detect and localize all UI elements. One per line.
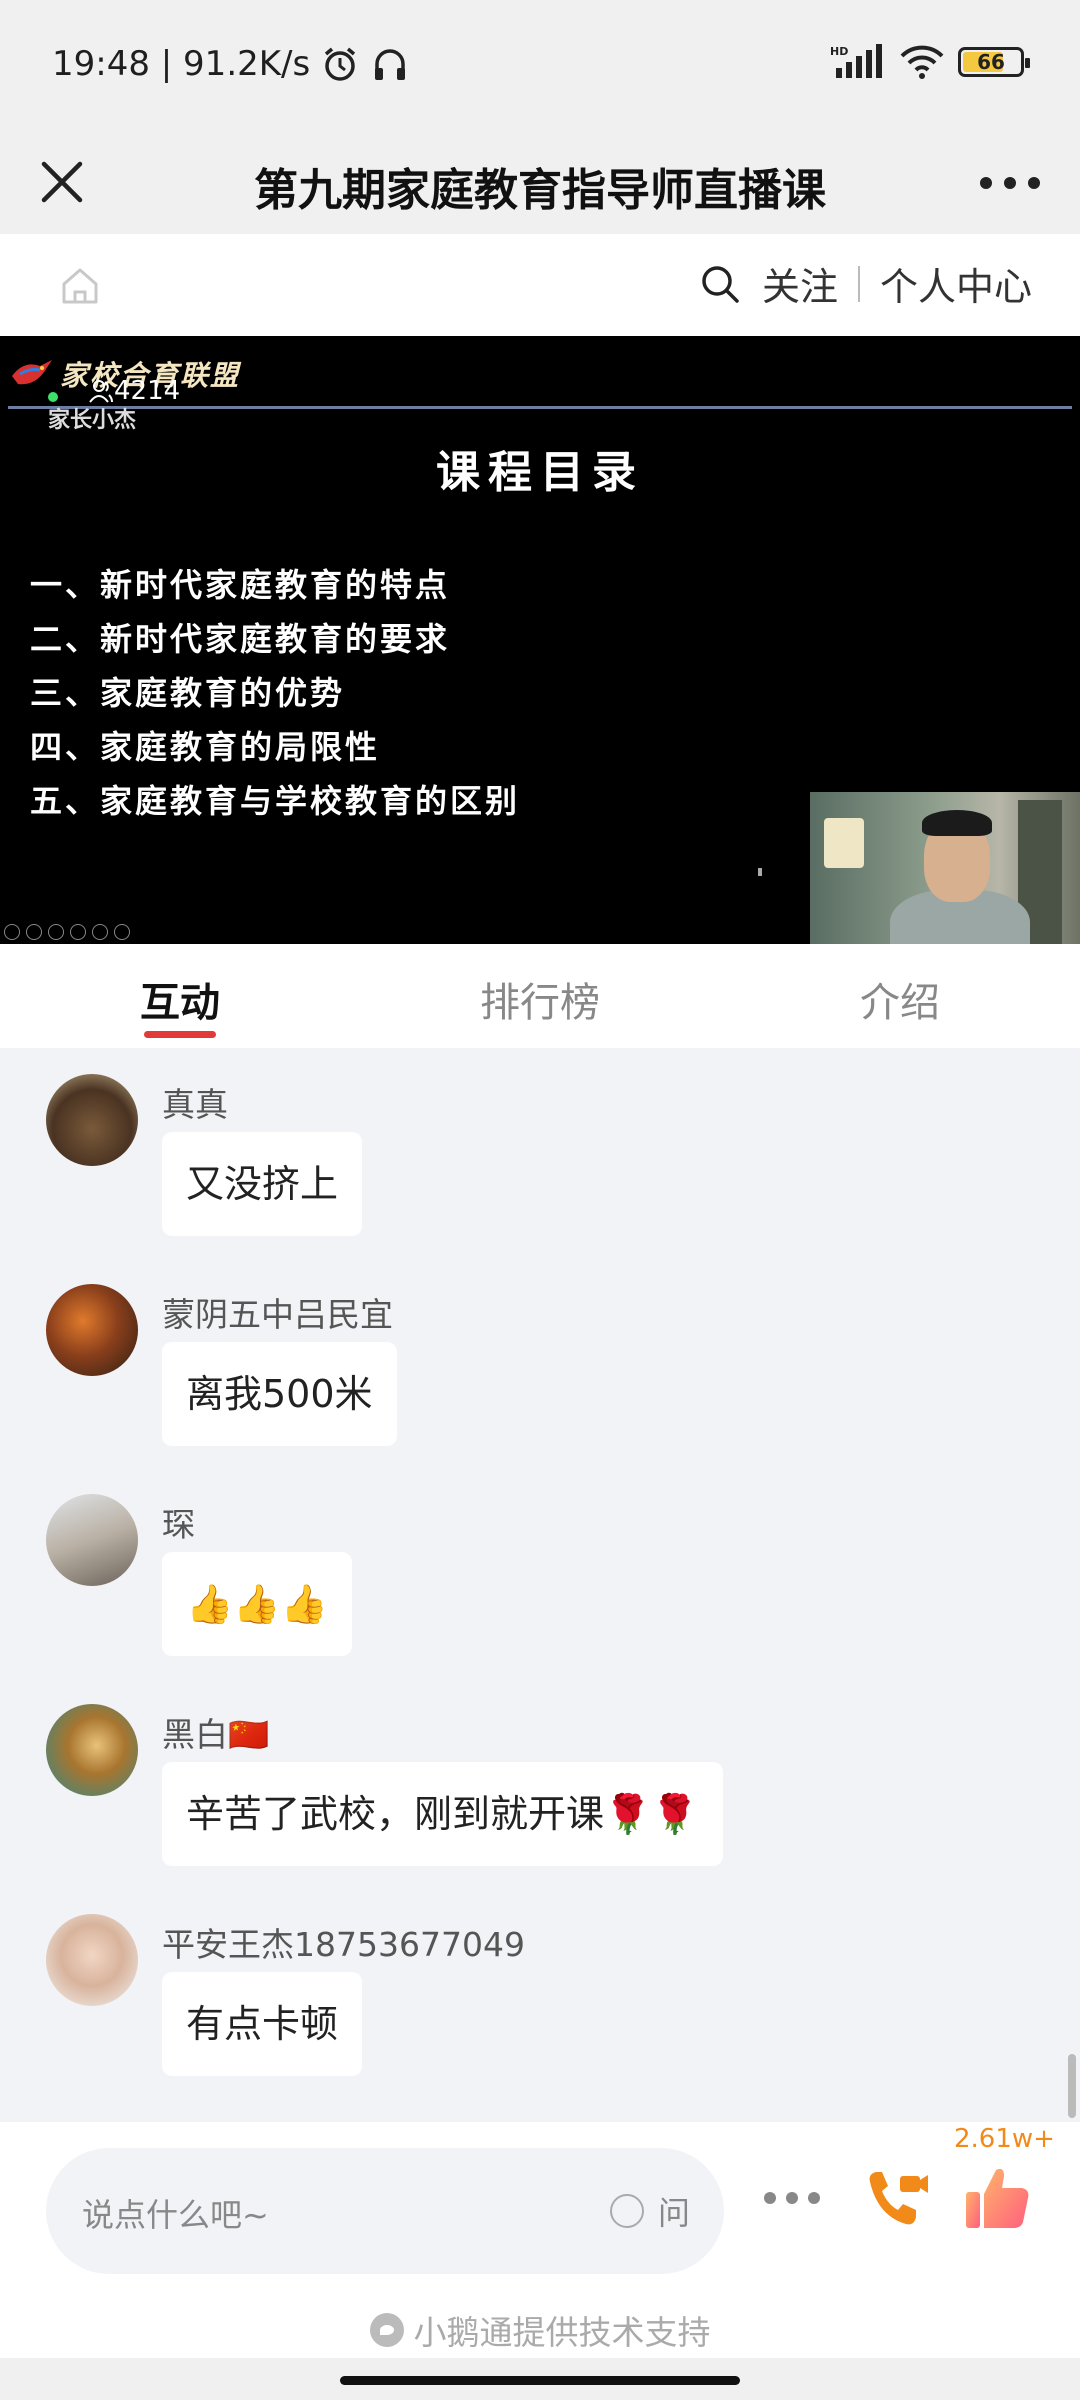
powered-by: 小鹅通提供技术支持	[0, 2306, 1080, 2354]
like-count: 2.61w+	[954, 2124, 1055, 2154]
chat-message: 平安王杰18753677049 有点卡顿	[0, 1888, 1080, 2098]
chat-list[interactable]: 真真 又没挤上 蒙阴五中吕民宜 离我500米 琛 👍👍👍 黑白🇨🇳 辛苦了武校，…	[0, 1048, 1080, 2122]
copy-control-icon[interactable]	[70, 924, 86, 940]
message-username: 黑白🇨🇳	[162, 1715, 270, 1754]
headphones-icon	[375, 49, 406, 80]
avatar[interactable]	[46, 1074, 138, 1166]
slide-controls	[4, 924, 130, 940]
alarm-icon	[325, 47, 356, 81]
chat-scrollbar[interactable]	[1068, 2054, 1076, 2118]
slide-item: 四、家庭教育的局限性	[30, 728, 381, 766]
title-bar: 第九期家庭教育指导师直播课	[0, 130, 1080, 234]
message-username: 琛	[162, 1505, 195, 1544]
ask-label: 问	[657, 2194, 690, 2232]
nav-bar: 关注 个人中心	[0, 234, 1080, 336]
personal-center-link[interactable]: 个人中心	[880, 256, 1032, 311]
tab-bar: 互动 排行榜 介绍	[0, 944, 1080, 1048]
prev-control-icon[interactable]	[4, 924, 20, 940]
more-options-button[interactable]	[980, 168, 1040, 198]
hd-signal-icon: HD	[830, 44, 882, 78]
home-indicator[interactable]	[0, 2358, 1080, 2400]
ask-question-toggle[interactable]: 问	[609, 2188, 690, 2234]
message-username: 蒙阴五中吕民宜	[162, 1295, 393, 1334]
chat-message: 黑白🇨🇳 辛苦了武校，刚到就开课🌹🌹	[0, 1678, 1080, 1888]
tab-intro[interactable]: 介绍	[720, 944, 1080, 1048]
home-icon[interactable]	[58, 264, 102, 308]
comment-placeholder: 说点什么吧~	[82, 2196, 269, 2234]
slide-item: 三、家庭教育的优势	[30, 674, 346, 712]
chat-message: 真真 又没挤上	[0, 1048, 1080, 1258]
tab-ranking[interactable]: 排行榜	[360, 944, 720, 1048]
slide-cursor	[758, 868, 762, 876]
wifi-icon	[900, 45, 944, 79]
message-username: 真真	[162, 1085, 228, 1124]
nav-divider	[857, 265, 860, 302]
status-right: HD 66	[830, 44, 1030, 80]
more-actions-button[interactable]	[764, 2190, 820, 2206]
status-left: 19:48 | 91.2K/s	[52, 44, 410, 84]
status-bar: 19:48 | 91.2K/s HD 66	[0, 0, 1080, 130]
ask-radio-icon[interactable]	[609, 2194, 644, 2228]
video-call-icon[interactable]	[860, 2164, 932, 2236]
live-indicator	[48, 392, 58, 402]
avatar[interactable]	[46, 1914, 138, 2006]
tab-interaction[interactable]: 互动	[0, 944, 360, 1048]
presenter-camera[interactable]	[810, 792, 1080, 944]
message-bubble: 有点卡顿	[162, 1972, 363, 2076]
slide-item: 二、新时代家庭教育的要求	[30, 620, 451, 658]
slide-items: 一、新时代家庭教育的特点 二、新时代家庭教育的要求 三、家庭教育的优势 四、家庭…	[30, 558, 520, 828]
xiaoetong-logo-icon	[369, 2313, 404, 2347]
message-bubble: 辛苦了武校，刚到就开课🌹🌹	[162, 1762, 723, 1866]
play-control-icon[interactable]	[26, 924, 42, 940]
message-bubble: 👍👍👍	[162, 1552, 352, 1656]
slide-header-line	[8, 406, 1072, 409]
bird-logo-icon	[12, 360, 52, 385]
live-video-player[interactable]: 家校合育联盟 4214 家长小杰 课程目录 一、新时代家庭教育的特点 二、新时代…	[0, 336, 1080, 944]
chat-message: 琛 👍👍👍	[0, 1468, 1080, 1678]
zoom-control-icon[interactable]	[92, 924, 108, 940]
minus-control-icon[interactable]	[114, 924, 130, 940]
viewers-icon	[89, 380, 113, 403]
next-control-icon[interactable]	[48, 924, 64, 940]
search-icon[interactable]	[700, 264, 740, 304]
comment-input[interactable]: 说点什么吧~ 问	[46, 2148, 724, 2274]
chat-message: 蒙阴五中吕民宜 离我500米	[0, 1258, 1080, 1468]
avatar[interactable]	[46, 1284, 138, 1376]
battery-level: 66	[977, 50, 1005, 74]
message-bubble: 又没挤上	[162, 1132, 363, 1236]
message-username: 平安王杰18753677049	[162, 1925, 525, 1964]
powered-by-text: 小鹅通提供技术支持	[413, 2313, 711, 2352]
thumbs-up-icon[interactable]	[960, 2160, 1034, 2234]
page-title: 第九期家庭教育指导师直播课	[254, 165, 826, 216]
time-speed: 19:48 | 91.2K/s	[52, 44, 311, 84]
slide-item: 五、家庭教育与学校教育的区别	[30, 782, 521, 820]
avatar[interactable]	[46, 1704, 138, 1796]
svg-text:HD: HD	[830, 45, 848, 58]
slide-item: 一、新时代家庭教育的特点	[30, 566, 451, 604]
slide-title: 课程目录	[436, 447, 644, 498]
bottom-bar: 说点什么吧~ 问 2.61w+ 小鹅通提供技术支持	[0, 2122, 1080, 2358]
follow-button[interactable]: 关注	[762, 256, 838, 311]
source-label: 家长小杰	[48, 408, 137, 433]
nav-actions: 关注 个人中心	[700, 256, 1032, 311]
avatar[interactable]	[46, 1494, 138, 1586]
battery-icon: 66	[958, 47, 1030, 77]
message-bubble: 离我500米	[162, 1342, 397, 1446]
